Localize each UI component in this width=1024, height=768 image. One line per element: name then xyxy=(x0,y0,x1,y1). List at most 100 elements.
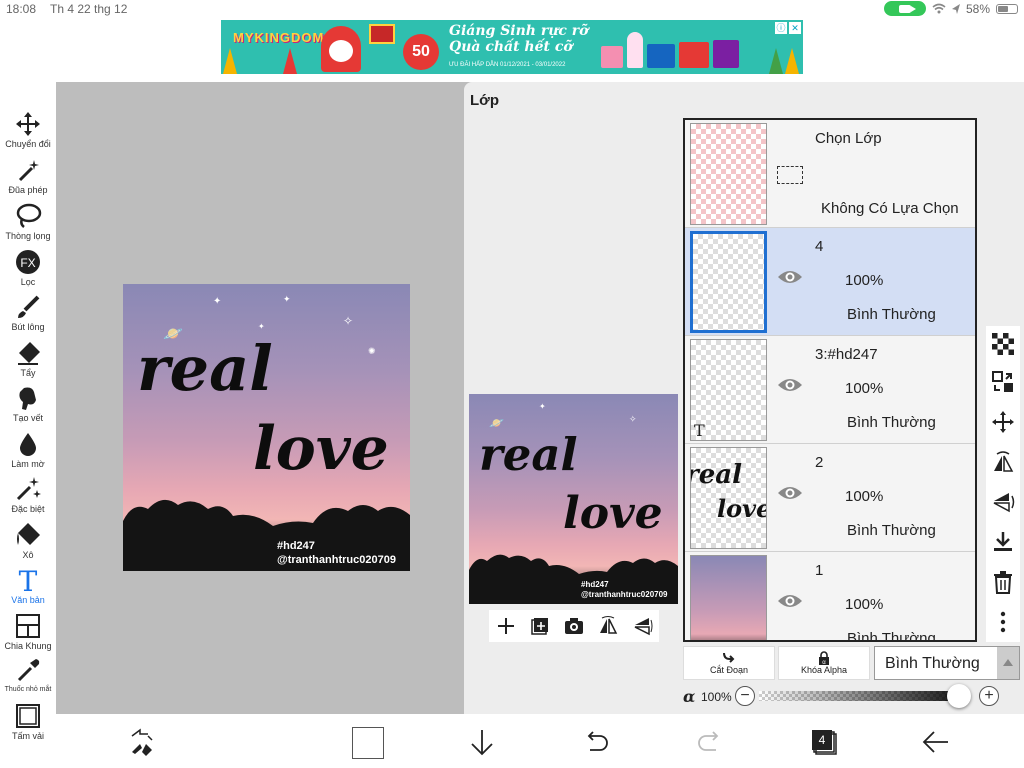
layer-row[interactable]: T 3:#hd247 100% Bình Thường xyxy=(685,336,975,444)
tool-filter[interactable]: FX Lọc xyxy=(0,248,56,292)
tool-smudge[interactable]: Tạo vết xyxy=(0,384,56,428)
add-layer-copy-icon[interactable] xyxy=(529,615,551,637)
layer-name: 3:#hd247 xyxy=(815,346,878,363)
add-layer-icon[interactable] xyxy=(495,615,517,637)
eye-icon[interactable] xyxy=(777,376,803,394)
info-icon[interactable]: ⓘ xyxy=(775,22,787,34)
eye-icon[interactable] xyxy=(777,592,803,610)
tool-text[interactable]: T Văn bản xyxy=(0,566,56,610)
clipping-icon xyxy=(723,652,735,663)
camera-icon[interactable] xyxy=(563,615,585,637)
layer-preview: 🪐 ✧ ✦ real love #hd247 @tranthanhtruc020… xyxy=(469,394,678,604)
ad-banner[interactable]: MYKINGDOM 50 Giáng Sinh rực rỡ Quà chất … xyxy=(221,20,803,74)
layer-row[interactable]: real love 2 100% Bình Thường xyxy=(685,444,975,552)
tool-bucket[interactable]: Xô xyxy=(0,521,56,565)
layer-row[interactable]: 1 100% Bình Thường xyxy=(685,552,975,640)
blend-mode-value: Bình Thường xyxy=(885,655,980,672)
more-icon[interactable] xyxy=(991,610,1015,634)
tool-frame-divider[interactable]: Chia Khung xyxy=(0,612,56,656)
canvas-icon xyxy=(16,704,40,728)
tool-eraser[interactable]: Tẩy xyxy=(0,339,56,383)
blend-mode-select[interactable]: Bình Thường xyxy=(874,646,1020,680)
flip-vertical-icon[interactable] xyxy=(631,615,653,637)
tool-label: Làm mờ xyxy=(11,459,45,469)
clipping-button[interactable]: Cắt Đoạn xyxy=(683,646,775,680)
ad-headline-2: Quà chất hết cỡ xyxy=(449,39,573,55)
layer-opacity: 100% xyxy=(845,488,884,505)
magic-wand-icon xyxy=(18,160,39,182)
opacity-increase-button[interactable]: + xyxy=(979,686,999,706)
merge-down-icon[interactable] xyxy=(991,530,1015,554)
selection-layer-row[interactable]: Chọn Lớp Không Có Lựa Chọn xyxy=(685,120,975,228)
sparkle: ✦ xyxy=(539,402,546,411)
layer-name: 2 xyxy=(815,454,824,471)
opacity-decrease-button[interactable]: − xyxy=(735,686,755,706)
battery-percent: 58% xyxy=(965,1,990,16)
sparkle: ✦ xyxy=(283,294,291,304)
tool-label: Đặc biệt xyxy=(11,504,45,514)
tool-label: Chia Khung xyxy=(4,641,52,651)
tool-blur[interactable]: Làm mờ xyxy=(0,430,56,474)
layers-button[interactable]: 4 xyxy=(810,728,838,756)
layer-blend-mode: Bình Thường xyxy=(847,414,936,431)
layer-name: 1 xyxy=(815,562,824,579)
tool-label: Thuốc nhỏ mắt xyxy=(4,686,52,693)
fx-icon: FX xyxy=(16,250,40,274)
canvas-area[interactable]: 🪐 ✦ ✦ ✧ ✺ ✦ real love #hd247 @tranthanht… xyxy=(56,82,464,714)
opacity-slider-handle[interactable] xyxy=(947,684,971,708)
transfer-icon[interactable] xyxy=(991,370,1015,394)
layer-opacity: 100% xyxy=(845,272,884,289)
brush-icon xyxy=(18,295,40,318)
tool-brush[interactable]: Bút lông xyxy=(0,293,56,337)
checkerboard-icon[interactable] xyxy=(991,332,1015,356)
tree-decoration xyxy=(223,48,237,74)
tool-move[interactable]: Chuyển đổi xyxy=(0,110,56,154)
opacity-slider-track[interactable] xyxy=(759,691,959,701)
tool-magic-wand[interactable]: Đũa phép xyxy=(0,156,56,200)
move-icon[interactable] xyxy=(991,410,1015,434)
undo-icon[interactable] xyxy=(580,726,612,758)
tool-lasso[interactable]: Thòng lọng xyxy=(0,202,56,246)
alpha-lock-button[interactable]: α Khóa Alpha xyxy=(778,646,870,680)
tree-decoration xyxy=(769,48,783,74)
tool-label: Đũa phép xyxy=(8,185,48,195)
layer-options-bar: Cắt Đoạn α Khóa Alpha Bình Thường xyxy=(683,646,1023,682)
tool-eyedropper[interactable]: Thuốc nhỏ mắt xyxy=(0,656,56,700)
artwork[interactable]: 🪐 ✦ ✦ ✧ ✺ ✦ real love #hd247 @tranthanht… xyxy=(123,284,410,571)
trash-icon[interactable] xyxy=(991,570,1015,594)
alpha-value: 100% xyxy=(701,690,732,704)
thumb-lettering-1: real xyxy=(690,460,742,490)
tool-label: Bút lông xyxy=(11,322,45,332)
flip-horizontal-icon[interactable] xyxy=(597,615,619,637)
panel-title: Lớp xyxy=(470,92,499,109)
tool-label: Văn bản xyxy=(11,595,45,605)
eye-icon[interactable] xyxy=(777,268,803,286)
sparkle: ✺ xyxy=(368,346,376,356)
swap-tools-icon[interactable] xyxy=(126,726,158,758)
ad-area: MYKINGDOM 50 Giáng Sinh rực rỡ Quà chất … xyxy=(0,18,1024,82)
tool-canvas[interactable]: Tấm vải xyxy=(0,702,56,746)
tool-special[interactable]: Đặc biệt xyxy=(0,475,56,519)
lasso-icon xyxy=(16,203,42,228)
flip-vertical-icon[interactable] xyxy=(991,490,1015,514)
artwork-line1: real xyxy=(137,332,273,405)
flip-horizontal-icon[interactable] xyxy=(991,450,1015,474)
alpha-symbol: α xyxy=(683,687,696,706)
close-icon[interactable]: ✕ xyxy=(789,22,801,34)
santa-image xyxy=(321,26,361,72)
wifi-icon xyxy=(932,3,946,14)
toys-image xyxy=(601,28,751,68)
preview-line1: real xyxy=(479,428,578,481)
eye-icon[interactable] xyxy=(777,484,803,502)
down-arrow-icon[interactable] xyxy=(466,726,498,758)
layer-row[interactable]: 4 100% Bình Thường xyxy=(685,228,975,336)
thumb-lettering-2: love xyxy=(717,494,767,523)
layer-opacity: 100% xyxy=(845,380,884,397)
redo-icon[interactable] xyxy=(694,726,726,758)
back-icon[interactable] xyxy=(920,726,952,758)
special-icon xyxy=(16,477,41,501)
opacity-row: α 100% − + xyxy=(683,684,1023,710)
layer-list[interactable]: Chọn Lớp Không Có Lựa Chọn 4 100% Bình T… xyxy=(683,118,977,642)
color-swatch[interactable] xyxy=(352,727,384,759)
preview-toolbar xyxy=(489,610,659,642)
